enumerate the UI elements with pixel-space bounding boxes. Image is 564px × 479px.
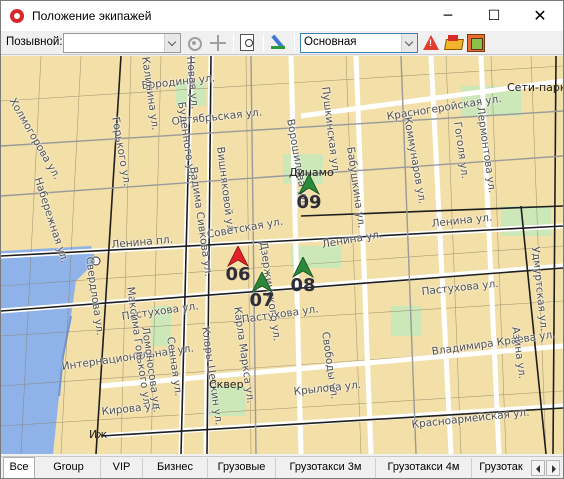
toolbar-divider	[294, 34, 295, 52]
toolbar: Позывной: Основная	[1, 31, 563, 55]
river-label: Иж	[89, 428, 108, 441]
scroll-right-icon[interactable]	[546, 460, 560, 476]
edit-route-icon[interactable]	[269, 34, 287, 52]
callsign-label: Позывной:	[6, 36, 63, 48]
title-bar: Положение экипажей ─ ☐ ✕	[1, 1, 563, 31]
tab-scroller	[531, 460, 561, 476]
tab-cargo-taxi-partial[interactable]: Грузотак	[472, 458, 530, 478]
map-layer-combobox[interactable]: Основная	[300, 33, 418, 53]
tab-bar: Все Group VIP Бизнес Грузовые Грузотакси…	[1, 456, 563, 478]
print-preview-icon[interactable]	[240, 34, 254, 51]
tab-vip[interactable]: VIP	[101, 458, 143, 478]
square-label: Сквер	[209, 378, 244, 391]
close-button[interactable]: ✕	[517, 1, 563, 31]
roadwork-icon[interactable]	[422, 34, 440, 52]
app-logo-icon	[10, 9, 24, 23]
window-title: Положение экипажей	[32, 9, 152, 23]
vehicle-marker-08[interactable]: 08	[283, 257, 323, 307]
tab-business[interactable]: Бизнес	[143, 458, 208, 478]
place-label: Сети-парк	[507, 81, 563, 94]
tab-cargo-taxi-4m[interactable]: Грузотакси 4м	[376, 458, 472, 478]
minimize-button[interactable]: ─	[425, 1, 471, 31]
vehicle-marker-09[interactable]: 09	[289, 174, 329, 224]
traffic-icon[interactable]	[467, 34, 485, 52]
map-view[interactable]: Бородина ул. Горького ул. Калинина ул. Н…	[1, 56, 563, 454]
toolbar-divider	[233, 34, 234, 52]
vehicle-number: 08	[290, 275, 316, 296]
center-map-icon[interactable]	[209, 34, 227, 52]
accident-icon[interactable]	[444, 34, 462, 52]
tab-all[interactable]: Все	[3, 457, 35, 478]
tab-cargo[interactable]: Грузовые	[208, 458, 276, 478]
vehicle-number: 07	[249, 290, 275, 311]
callsign-combobox[interactable]	[63, 33, 181, 53]
locate-icon[interactable]	[185, 34, 203, 52]
vehicle-marker-07[interactable]: 07	[242, 272, 282, 322]
tab-group[interactable]: Group	[37, 458, 101, 478]
vehicle-number: 09	[296, 192, 322, 213]
tab-cargo-taxi-3m[interactable]: Грузотакси 3м	[276, 458, 376, 478]
maximize-button[interactable]: ☐	[471, 1, 517, 31]
toolbar-divider	[263, 34, 264, 52]
chevron-down-icon[interactable]	[401, 34, 417, 52]
chevron-down-icon[interactable]	[164, 34, 180, 52]
map-layer-value: Основная	[304, 36, 357, 48]
scroll-left-icon[interactable]	[531, 460, 545, 476]
main-window: Положение экипажей ─ ☐ ✕ Позывной: Основ…	[0, 0, 564, 479]
